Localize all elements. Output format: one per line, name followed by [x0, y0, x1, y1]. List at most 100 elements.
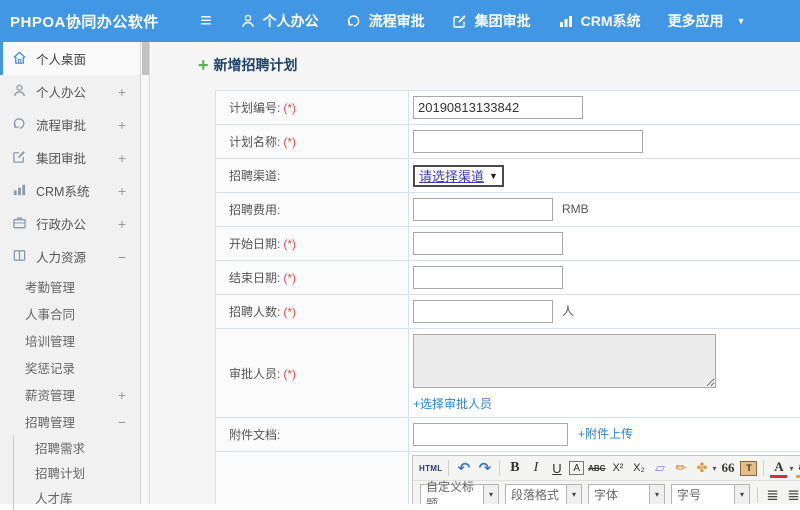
page-title-text: 新增招聘计划 [214, 55, 298, 75]
sidebar-item-hr[interactable]: 人力资源 − [0, 240, 140, 273]
plan-name-input[interactable] [413, 130, 643, 153]
table-row: 结束日期:(*) [216, 261, 800, 295]
chevron-down-icon[interactable]: ▾ [484, 484, 499, 504]
field-label: 招聘费用: [229, 203, 280, 217]
undo-button[interactable]: ↶ [455, 459, 472, 478]
recruit-count-input[interactable] [413, 300, 553, 323]
sidebar-item-group-approval[interactable]: 集团审批 + [0, 141, 140, 174]
edit-square-icon [12, 149, 36, 167]
sidebar-item-recruit-mgmt[interactable]: 招聘管理 − [0, 408, 140, 435]
format-painter-icon[interactable]: ✏ [672, 459, 689, 478]
start-date-input[interactable] [413, 232, 563, 255]
sidebar-item-attendance[interactable]: 考勤管理 [0, 273, 140, 300]
field-label: 计划名称: [229, 135, 280, 149]
bold-button[interactable]: B [506, 459, 523, 478]
sidebar-item-recruit-plan[interactable]: 招聘计划 [14, 460, 140, 485]
sidebar-item-hr-contract[interactable]: 人事合同 [0, 300, 140, 327]
expand-plus-icon[interactable]: + [118, 216, 126, 232]
recruit-submenu: 招聘需求 招聘计划 人才库 [13, 435, 140, 510]
superscript-button[interactable]: X² [609, 459, 626, 478]
expand-plus-icon[interactable]: + [118, 387, 126, 403]
sidebar-item-crm[interactable]: CRM系统 + [0, 174, 140, 207]
redo-button[interactable]: ↷ [476, 459, 493, 478]
paragraph-format-select[interactable]: 段落格式 ▾ [505, 484, 582, 504]
sidebar-item-recruit-demand[interactable]: 招聘需求 [14, 435, 140, 460]
sidebar-item-salary[interactable]: 薪资管理 + [0, 381, 140, 408]
editor-toolbar-row2: 自定义标题 ▾ 段落格式 ▾ 字体 ▾ 字号 ▾ [413, 481, 800, 504]
align-center-button[interactable]: ≣ [785, 485, 800, 504]
chevron-down-icon[interactable]: ▾ [567, 484, 582, 504]
recruit-cost-input[interactable] [413, 198, 553, 221]
strikethrough-button[interactable]: ABC [588, 459, 605, 478]
chevron-down-icon: ▼ [489, 171, 498, 181]
select-approvers-link[interactable]: +选择审批人员 [413, 395, 800, 412]
topnav-group-approval[interactable]: 集团审批 [452, 11, 531, 31]
unit-suffix: 人 [562, 304, 574, 318]
expand-plus-icon[interactable]: + [118, 150, 126, 166]
remove-format-icon[interactable]: ▱ [651, 459, 668, 478]
page-title: + 新增招聘计划 [198, 55, 800, 75]
sidebar-item-workflow-approval[interactable]: 流程审批 + [0, 108, 140, 141]
quick-format-icon[interactable]: ✤ [693, 459, 710, 478]
rich-text-editor: HTML ↶ ↷ B I U A ABC X² X₂ ▱ ✏ [412, 455, 800, 504]
font-size-select[interactable]: 字号 ▾ [671, 484, 750, 504]
chevron-down-icon[interactable]: ▾ [712, 464, 716, 473]
custom-heading-select[interactable]: 自定义标题 ▾ [420, 484, 499, 504]
paste-text-icon[interactable]: T [740, 461, 757, 476]
underline-button[interactable]: U [548, 459, 565, 478]
attachment-upload-link[interactable]: +附件上传 [578, 427, 633, 441]
attachment-input[interactable] [413, 423, 568, 446]
chevron-down-icon[interactable]: ▾ [789, 464, 793, 473]
main-content: + 新增招聘计划 计划编号:(*) 计划名称:(*) 招聘渠道: 请选择渠道 ▼… [151, 42, 800, 504]
sidebar-item-talent-pool[interactable]: 人才库 [14, 485, 140, 510]
font-color-button[interactable]: A [770, 459, 787, 478]
book-icon [12, 248, 36, 266]
sidebar-scrollbar[interactable] [140, 42, 150, 504]
table-row: 招聘渠道: 请选择渠道 ▼ [216, 159, 800, 193]
font-style-button[interactable]: A [569, 461, 584, 475]
topnav-more-apps[interactable]: 更多应用 [668, 11, 724, 31]
sidebar-item-rewards[interactable]: 奖惩记录 [0, 354, 140, 381]
chevron-down-icon[interactable]: ▾ [650, 484, 665, 504]
topnav-crm[interactable]: CRM系统 [558, 11, 641, 31]
chevron-down-icon[interactable]: ▼ [737, 16, 746, 26]
field-label: 招聘人数: [229, 305, 280, 319]
table-row: 开始日期:(*) [216, 227, 800, 261]
source-code-button[interactable]: HTML [419, 459, 442, 478]
recruit-channel-select[interactable]: 请选择渠道 ▼ [413, 165, 504, 187]
required-marker: (*) [283, 367, 296, 381]
end-date-input[interactable] [413, 266, 563, 289]
sidebar-item-admin-office[interactable]: 行政办公 + [0, 207, 140, 240]
collapse-minus-icon[interactable]: − [118, 414, 126, 430]
blockquote-button[interactable]: 66 [719, 459, 736, 478]
sidebar-item-personal-office[interactable]: 个人办公 + [0, 75, 140, 108]
expand-plus-icon[interactable]: + [118, 117, 126, 133]
plan-number-input[interactable] [413, 96, 583, 119]
sidebar-item-personal-desktop[interactable]: 个人桌面 [0, 42, 140, 75]
scrollbar-thumb[interactable] [142, 42, 149, 75]
expand-plus-icon[interactable]: + [118, 183, 126, 199]
menu-toggle-icon[interactable]: ≡ [200, 11, 212, 31]
approvers-textarea[interactable] [413, 334, 716, 388]
italic-button[interactable]: I [527, 459, 544, 478]
sidebar-item-training[interactable]: 培训管理 [0, 327, 140, 354]
font-family-select[interactable]: 字体 ▾ [588, 484, 665, 504]
chevron-down-icon[interactable]: ▾ [735, 484, 750, 504]
topnav-personal-office[interactable]: 个人办公 [240, 11, 319, 31]
highlight-color-button[interactable]: ab [796, 459, 800, 478]
bar-chart-icon [12, 182, 36, 200]
table-row: 计划编号:(*) [216, 91, 800, 125]
table-row: 计划名称:(*) [216, 125, 800, 159]
align-left-button[interactable]: ≣ [764, 485, 781, 504]
topnav-workflow-approval[interactable]: 流程审批 [346, 11, 425, 31]
process-arrow-icon [346, 13, 362, 29]
required-marker: (*) [283, 305, 296, 319]
toolbar-separator [757, 487, 758, 503]
subscript-button[interactable]: X₂ [630, 459, 647, 478]
collapse-minus-icon[interactable]: − [118, 249, 126, 265]
expand-plus-icon[interactable]: + [118, 84, 126, 100]
toolbar-separator [448, 460, 449, 476]
app-brand: PHPOA协同办公软件 [0, 11, 168, 32]
toolbar-separator [499, 460, 500, 476]
edit-square-icon [452, 13, 468, 29]
